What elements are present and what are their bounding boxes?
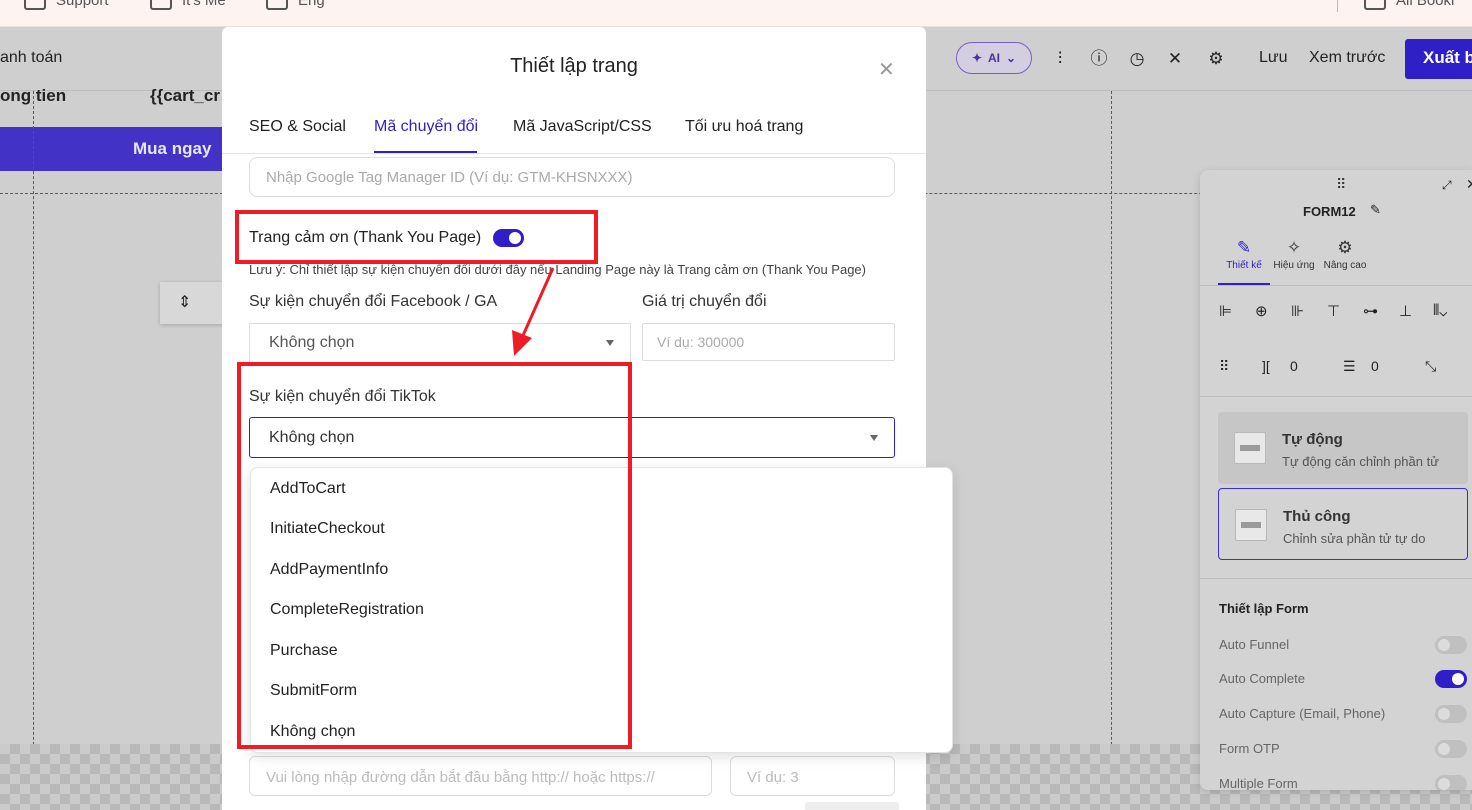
browser-top-strip: Support It's Me Eng All Booki: [0, 0, 1472, 27]
gear-icon[interactable]: ⚙: [1206, 49, 1226, 69]
conversion-value-label: Giá trị chuyển đổi: [642, 293, 767, 310]
drag-handle-icon[interactable]: ⠿: [1336, 176, 1347, 193]
divider: [1337, 0, 1338, 12]
guide-line: [1111, 91, 1112, 810]
mode-manual-card[interactable]: Thủ công Chỉnh sửa phần tử tự do: [1218, 488, 1468, 560]
collapse-icon[interactable]: ⤡: [1425, 358, 1436, 375]
auto-layout-icon: [1234, 432, 1266, 464]
caret-down-icon: [870, 434, 878, 441]
ai-button[interactable]: ✦ AI ⌄: [956, 42, 1032, 74]
top-tab-all-bookings[interactable]: All Booki: [1364, 0, 1454, 10]
top-tab-eng[interactable]: Eng: [266, 0, 325, 10]
auto-complete-toggle[interactable]: [1435, 670, 1467, 688]
gtm-id-input[interactable]: Nhập Google Tag Manager ID (Ví dụ: GTM-K…: [249, 157, 895, 197]
divider: [1200, 578, 1472, 579]
export-button[interactable]: Xuất b: [1405, 39, 1472, 79]
auto-capture-toggle[interactable]: [1435, 705, 1467, 723]
panel-title: FORM12: [1303, 204, 1356, 219]
chevron-down-icon: ⌄: [1006, 51, 1017, 65]
fb-event-select[interactable]: Không chọn: [249, 323, 631, 363]
mode-auto-desc: Tự động căn chỉnh phần tử: [1282, 454, 1439, 469]
conversion-note: Lưu ý: Chỉ thiết lập sự kiện chuyển đổi …: [249, 262, 866, 277]
mode-manual-desc: Chỉnh sửa phần tử tự do: [1283, 531, 1426, 546]
tools-icon[interactable]: ✕: [1165, 49, 1185, 69]
bookmark-icon: [266, 0, 288, 10]
bookmark-icon: [24, 0, 46, 10]
bookmark-icon: [1364, 0, 1386, 10]
align-top-icon[interactable]: ⊤: [1327, 302, 1340, 320]
top-tab-support[interactable]: Support: [24, 0, 109, 10]
horizontal-spacing-value[interactable]: 0: [1290, 358, 1298, 374]
vertical-spacing-icon[interactable]: ☰: [1343, 358, 1356, 375]
tab-javascript-css[interactable]: Mã JavaScript/CSS: [513, 118, 652, 136]
option-label: Auto Complete: [1219, 671, 1305, 686]
tab-advanced[interactable]: ⚙ Nâng cao: [1315, 238, 1375, 271]
advanced-icon: ⚙: [1337, 238, 1353, 257]
caret-down-icon: [606, 340, 614, 346]
properties-panel: ⠿ ⤢ ✕ FORM12 ✎ ✎ Thiết kế ✧ Hiệu ứng ⚙ Nâng…: [1200, 170, 1472, 790]
modal-footer-button[interactable]: [805, 802, 899, 810]
manual-layout-icon: [1235, 509, 1267, 541]
grid-icon[interactable]: ⠿: [1219, 358, 1229, 375]
edit-icon[interactable]: ✎: [1370, 202, 1381, 218]
option-label: Multiple Form: [1219, 776, 1298, 790]
redirect-delay-input[interactable]: Ví dụ: 3: [730, 756, 895, 796]
conversion-value-input[interactable]: Ví dụ: 300000: [642, 323, 895, 361]
align-bottom-icon[interactable]: ⊥: [1399, 302, 1412, 320]
mode-auto-card[interactable]: Tự động Tự động căn chỉnh phần tử: [1218, 412, 1468, 484]
sparkle-icon: ✦: [971, 51, 982, 65]
help-icon[interactable]: ⓘ: [1089, 49, 1109, 69]
horizontal-spacing-icon[interactable]: ][: [1262, 358, 1270, 374]
save-button[interactable]: Lưu: [1259, 49, 1288, 67]
distribute-icon[interactable]: ⫴⌄: [1433, 302, 1447, 319]
align-right-icon[interactable]: ⊪: [1291, 302, 1304, 320]
form-otp-toggle[interactable]: [1435, 740, 1467, 758]
fb-event-label: Sự kiện chuyển đổi Facebook / GA: [249, 293, 498, 310]
guide-line: [33, 91, 34, 810]
mode-auto-title: Tự động: [1282, 431, 1343, 448]
auto-funnel-toggle[interactable]: [1435, 636, 1467, 654]
close-icon[interactable]: ✕: [878, 57, 895, 82]
modal-title: Thiết lập trang: [510, 55, 638, 77]
align-left-icon[interactable]: ⊫: [1219, 302, 1232, 320]
preview-button[interactable]: Xem trước: [1309, 49, 1385, 67]
breadcrumb: anh toán: [0, 49, 63, 66]
annotation-box-thank-you: [235, 210, 598, 264]
move-vertical-icon[interactable]: ⇕: [178, 292, 191, 312]
vertical-spacing-value[interactable]: 0: [1371, 358, 1379, 374]
form-settings-title: Thiết lập Form: [1219, 601, 1309, 616]
close-icon[interactable]: ✕: [1466, 176, 1472, 193]
align-middle-icon[interactable]: ⊶: [1363, 302, 1378, 320]
annotation-box-tiktok: [237, 362, 632, 749]
divider: [1200, 285, 1472, 286]
bookmark-icon: [150, 0, 172, 10]
tab-conversion-code[interactable]: Mã chuyển đổi: [374, 118, 478, 136]
canvas-variable: {{cart_cr: [150, 86, 220, 105]
redirect-url-input[interactable]: Vui lòng nhập đường dẫn bắt đầu bằng htt…: [249, 756, 712, 796]
expand-icon[interactable]: ⤢: [1442, 178, 1452, 193]
element-mini-toolbar[interactable]: ⇕: [160, 282, 226, 324]
option-label: Form OTP: [1219, 741, 1280, 756]
tab-page-optimization[interactable]: Tối ưu hoá trang: [685, 118, 803, 136]
sliders-icon[interactable]: ⫶: [1050, 49, 1070, 69]
option-label: Auto Capture (Email, Phone): [1219, 706, 1386, 721]
align-center-icon[interactable]: ⊕: [1255, 302, 1268, 320]
divider: [1200, 396, 1472, 397]
history-icon[interactable]: ◷: [1127, 49, 1147, 69]
option-label: Auto Funnel: [1219, 637, 1290, 652]
tab-seo-social[interactable]: SEO & Social: [249, 118, 346, 136]
top-tab-its-me[interactable]: It's Me: [150, 0, 226, 10]
divider: [222, 153, 926, 154]
mode-manual-title: Thủ công: [1283, 508, 1351, 525]
multiple-form-toggle[interactable]: [1435, 775, 1467, 790]
